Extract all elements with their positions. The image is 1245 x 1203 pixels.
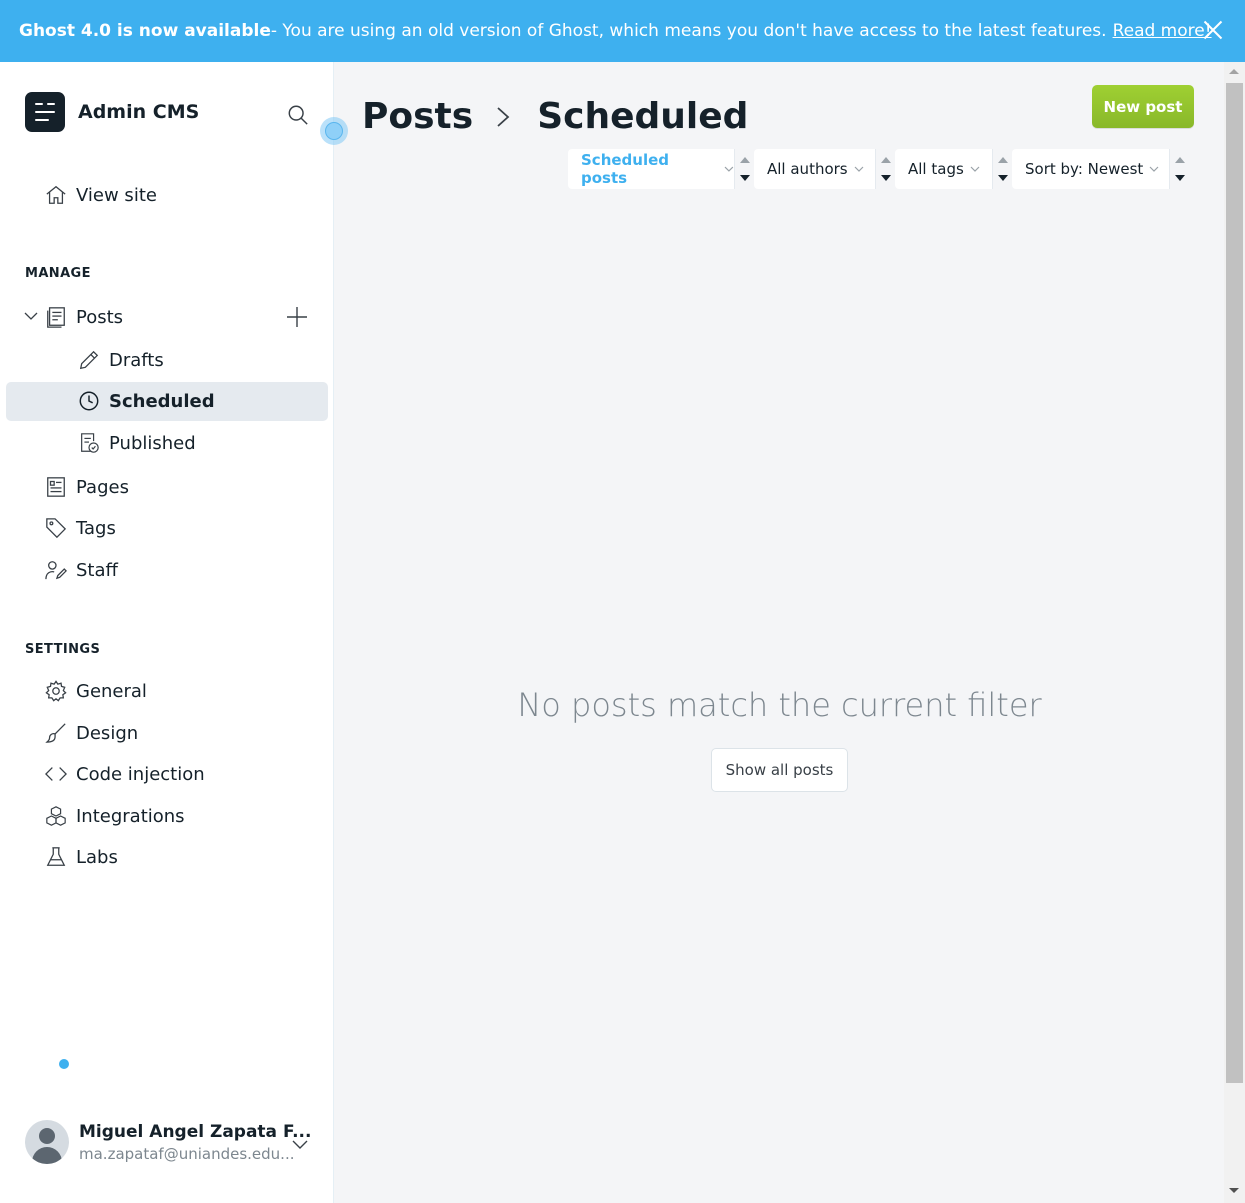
nav-scheduled-label: Scheduled bbox=[109, 390, 215, 412]
empty-state-message: No posts match the current filter bbox=[517, 686, 1042, 724]
nav-tags[interactable]: Tags bbox=[45, 509, 116, 547]
banner-message: - You are using an old version of Ghost,… bbox=[270, 21, 1107, 41]
post-type-spinner[interactable] bbox=[734, 149, 754, 189]
published-icon bbox=[81, 433, 99, 453]
clock-icon bbox=[79, 391, 99, 411]
nav-view-site[interactable]: View site bbox=[45, 176, 157, 214]
avatar bbox=[25, 1120, 69, 1164]
nav-published-label: Published bbox=[109, 432, 196, 454]
manage-section-label: MANAGE bbox=[25, 266, 91, 281]
posts-icon bbox=[47, 307, 65, 328]
brand-logo bbox=[25, 92, 65, 132]
nav-tags-label: Tags bbox=[76, 517, 116, 539]
scroll-down-arrow[interactable] bbox=[1229, 1188, 1239, 1193]
chevron-down-icon bbox=[1149, 166, 1159, 172]
search-icon[interactable] bbox=[287, 104, 309, 126]
nav-integrations[interactable]: Integrations bbox=[45, 797, 185, 835]
banner-close-icon[interactable] bbox=[1203, 20, 1223, 40]
sort-spinner[interactable] bbox=[1169, 149, 1189, 189]
pages-icon bbox=[47, 477, 65, 497]
nav-general[interactable]: General bbox=[45, 672, 147, 710]
author-filter[interactable]: All authors bbox=[754, 149, 875, 189]
tag-spinner[interactable] bbox=[992, 149, 1012, 189]
post-type-filter-label: Scheduled posts bbox=[581, 151, 670, 187]
brand-title: Admin CMS bbox=[78, 101, 200, 123]
chevron-down-icon[interactable] bbox=[291, 1135, 309, 1153]
user-notification-dot bbox=[57, 1057, 71, 1071]
tag-icon bbox=[46, 518, 67, 539]
banner-title: Ghost 4.0 is now available bbox=[19, 21, 271, 41]
settings-section-label: SETTINGS bbox=[25, 642, 101, 657]
sort-filter-label: Sort by: Newest bbox=[1025, 160, 1144, 178]
click-indicator bbox=[320, 117, 348, 145]
nav-drafts[interactable]: Drafts bbox=[78, 341, 164, 379]
nav-pages-label: Pages bbox=[76, 476, 129, 498]
flask-icon bbox=[46, 847, 66, 866]
chevron-right-icon bbox=[497, 106, 510, 127]
nav-general-label: General bbox=[76, 680, 147, 702]
user-email: ma.zapataf@uniandes.edu... bbox=[79, 1144, 295, 1163]
post-type-filter[interactable]: Scheduled posts bbox=[568, 149, 734, 189]
nav-labs-label: Labs bbox=[76, 846, 118, 868]
new-post-button[interactable]: New post bbox=[1092, 85, 1194, 128]
user-menu[interactable]: Miguel Angel Zapata F... ma.zapataf@unia… bbox=[25, 1120, 315, 1164]
scrollbar[interactable] bbox=[1224, 62, 1245, 1203]
scroll-up-arrow[interactable] bbox=[1229, 69, 1239, 74]
chevron-down-icon bbox=[854, 166, 864, 172]
nav-code-injection[interactable]: Code injection bbox=[45, 755, 205, 793]
home-icon bbox=[46, 185, 66, 204]
nav-integrations-label: Integrations bbox=[76, 805, 185, 827]
gear-icon bbox=[45, 680, 67, 702]
nav-staff[interactable]: Staff bbox=[45, 551, 118, 589]
chevron-down-icon bbox=[970, 166, 980, 172]
sort-filter[interactable]: Sort by: Newest bbox=[1012, 149, 1169, 189]
nav-posts-label: Posts bbox=[76, 306, 124, 328]
integrations-icon bbox=[46, 806, 66, 826]
chevron-down-icon bbox=[724, 166, 734, 172]
nav-design-label: Design bbox=[76, 722, 139, 744]
code-icon bbox=[45, 767, 67, 781]
tag-filter[interactable]: All tags bbox=[895, 149, 992, 189]
add-post-icon[interactable] bbox=[286, 306, 308, 328]
pencil-icon bbox=[79, 350, 99, 370]
nav-labs[interactable]: Labs bbox=[45, 838, 118, 876]
update-banner: Ghost 4.0 is now available - You are usi… bbox=[0, 0, 1245, 62]
page-title: Scheduled bbox=[537, 96, 749, 137]
user-name: Miguel Angel Zapata F... bbox=[79, 1121, 312, 1142]
nav-design[interactable]: Design bbox=[45, 714, 138, 752]
brand[interactable]: Admin CMS bbox=[25, 92, 199, 132]
author-filter-label: All authors bbox=[767, 160, 848, 178]
breadcrumb: Posts Scheduled bbox=[362, 96, 748, 137]
nav-code-injection-label: Code injection bbox=[76, 763, 205, 785]
staff-icon bbox=[45, 561, 67, 580]
show-all-posts-button[interactable]: Show all posts bbox=[711, 748, 848, 792]
nav-drafts-label: Drafts bbox=[109, 349, 164, 371]
nav-pages[interactable]: Pages bbox=[45, 468, 129, 506]
nav-staff-label: Staff bbox=[76, 559, 118, 581]
nav-posts[interactable]: Posts bbox=[45, 298, 123, 336]
filter-bar: Scheduled posts All authors All tags Sor… bbox=[568, 149, 1189, 189]
brush-icon bbox=[45, 723, 66, 743]
chevron-down-icon[interactable] bbox=[24, 309, 38, 323]
nav-view-site-label: View site bbox=[76, 184, 157, 206]
banner-read-more-link[interactable]: Read more! bbox=[1113, 21, 1212, 41]
breadcrumb-parent[interactable]: Posts bbox=[362, 96, 473, 137]
tag-filter-label: All tags bbox=[908, 160, 964, 178]
nav-scheduled[interactable]: Scheduled bbox=[78, 382, 215, 420]
nav-published[interactable]: Published bbox=[78, 424, 196, 462]
scrollbar-thumb[interactable] bbox=[1226, 83, 1243, 1083]
sidebar: Admin CMS View site MANAGE Posts Drafts … bbox=[0, 62, 334, 1203]
author-spinner[interactable] bbox=[875, 149, 895, 189]
